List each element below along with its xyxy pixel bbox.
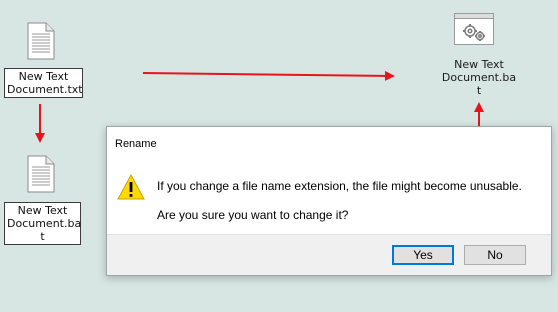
arrow-right	[142, 70, 395, 81]
bat-label-line3: t	[40, 230, 45, 243]
renamed-file-label: New Text Document.ba t	[434, 58, 524, 97]
dialog-message: If you change a file name extension, the…	[157, 179, 522, 193]
warning-triangle-icon	[117, 174, 145, 200]
yes-button[interactable]: Yes	[392, 245, 454, 265]
no-button[interactable]: No	[464, 245, 526, 265]
dialog-title: Rename	[115, 138, 157, 150]
renamed-label-line2: Document.ba	[441, 71, 517, 84]
rename-dialog: Rename If you change a file name extensi…	[106, 126, 552, 276]
dialog-question: Are you sure you want to change it?	[157, 208, 349, 222]
bat-label-line2: Document.ba	[7, 217, 82, 230]
renamed-label-line1: New Text	[454, 58, 504, 71]
dialog-button-bar: Yes No	[107, 234, 551, 275]
bat-file-label: New Text Document.ba t	[4, 202, 81, 245]
bat-label-line1: New Text	[17, 204, 68, 217]
renamed-label-line3: t	[476, 84, 482, 97]
batch-file-gears-icon	[454, 13, 494, 45]
text-document-icon	[27, 22, 55, 60]
txt-file-label: New Text Document.txt	[4, 68, 83, 98]
text-document-icon	[27, 155, 55, 193]
